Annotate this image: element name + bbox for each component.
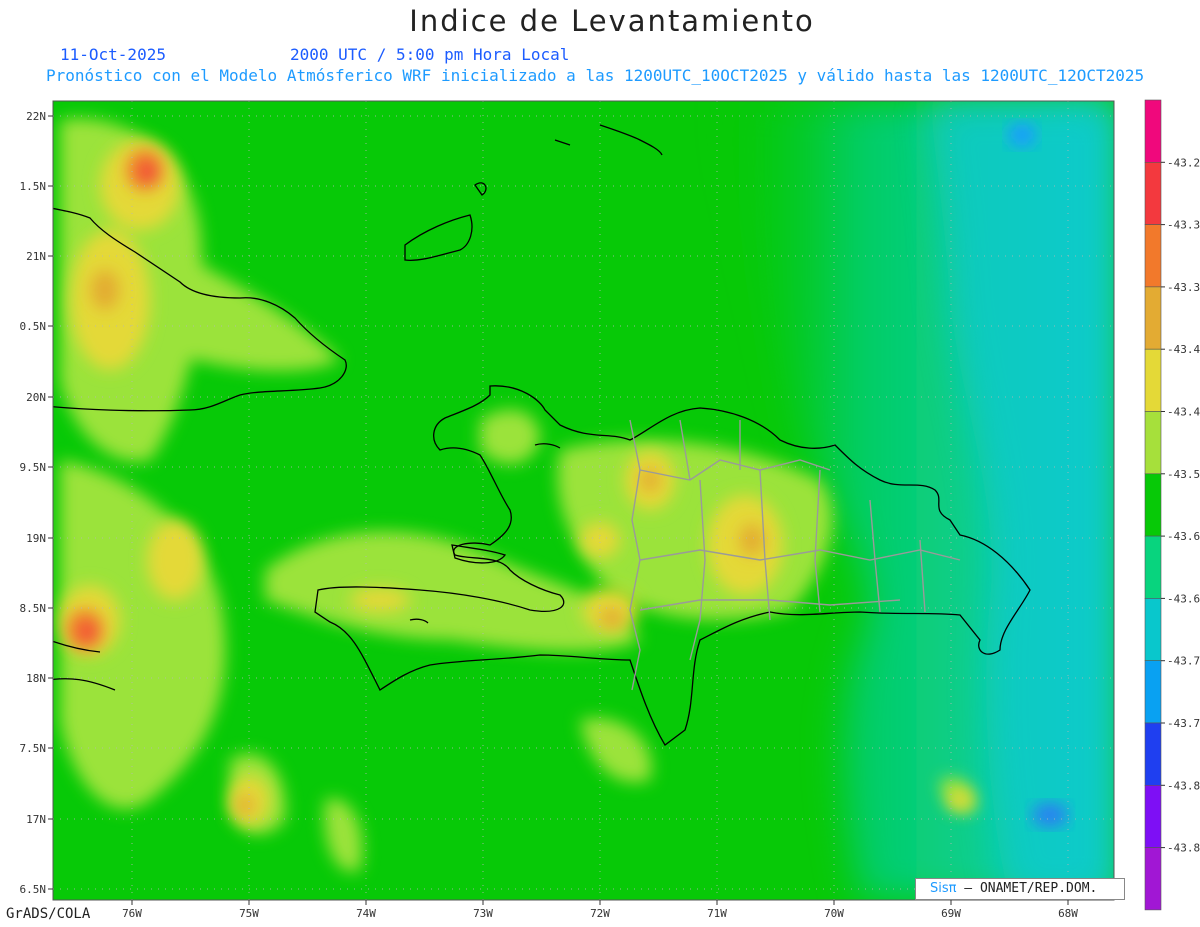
colorbar-swatch [1144,660,1162,724]
lat-label: 19N [26,532,46,545]
lat-label: 0.5N [20,320,47,333]
colorbar-swatch [1144,286,1162,350]
time-label: 2000 UTC / 5:00 pm Hora Local [290,45,570,64]
lat-label: 9.5N [20,461,47,474]
lat-label: 18N [26,672,46,685]
blue-cell [1032,803,1068,827]
lon-label: 74W [356,907,376,920]
forecast-description: Pronóstico con el Modelo Atmósferico WRF… [46,66,1145,85]
colorbar: -43.2 -43.3 -43.3 -43.4 -43.4 -43.5 -43.6 -43.6… [1144,99,1200,911]
software-credit: GrADS/COLA [6,906,91,922]
lon-label: 72W [590,907,610,920]
lat-label: 22N [26,110,46,123]
colorbar-label: -43.3 [1167,281,1200,294]
colorbar-swatch [1144,784,1162,848]
colorbar-label: -43.2 [1167,156,1200,169]
colorbar-swatch [1144,722,1162,786]
lon-label: 76W [122,907,142,920]
colorbar-swatch [1144,847,1162,911]
lon-label: 75W [239,907,259,920]
lon-label: 70W [824,907,844,920]
colorbar-label: -43.8 [1167,842,1200,855]
colorbar-label: -43.4 [1167,406,1200,419]
colorbar-swatch [1144,224,1162,288]
lat-label: 6.5N [20,883,47,896]
colorbar-label: -43.8 [1167,779,1200,792]
lat-label: 8.5N [20,602,47,615]
colorbar-label: -43.3 [1167,219,1200,232]
credit-box: Sisπ – ONAMET/REP.DOM. [915,878,1125,900]
colorbar-label: -43.7 [1167,655,1200,668]
colorbar-swatch [1144,473,1162,537]
colorbar-swatch [1144,99,1162,163]
colorbar-swatch [1144,411,1162,475]
lat-label: 21N [26,250,46,263]
colorbar-label: -43.4 [1167,343,1200,356]
lat-label: 20N [26,391,46,404]
lon-label: 69W [941,907,961,920]
colorbar-swatch [1144,348,1162,412]
colorbar-swatch [1144,162,1162,225]
lon-label: 71W [707,907,727,920]
lat-label: 7.5N [20,742,47,755]
colorbar-swatch [1144,598,1162,662]
colorbar-label: -43.5 [1167,468,1200,481]
field-layer [53,101,1114,900]
sispi-logo: Sisπ [930,881,957,896]
colorbar-label: -43.6 [1167,530,1200,543]
map-canvas: 22N 1.5N 21N 0.5N 20N 9.5N 19N 8.5N 18N … [20,99,1200,920]
colorbar-swatch [1144,535,1162,599]
credit-text: – ONAMET/REP.DOM. [956,881,1098,896]
lat-label: 17N [26,813,46,826]
colorbar-label: -43.7 [1167,717,1200,730]
page-title: Indice de Levantamiento [409,4,815,38]
date-label: 11-Oct-2025 [60,45,166,64]
lon-label: 68W [1058,907,1078,920]
lat-labels: 22N 1.5N 21N 0.5N 20N 9.5N 19N 8.5N 18N … [20,110,47,896]
colorbar-label: -43.6 [1167,592,1200,605]
lat-label: 1.5N [20,180,47,193]
lon-labels: 76W 75W 74W 73W 72W 71W 70W 69W 68W [122,907,1078,920]
blue-cell-north [1008,123,1036,147]
lon-label: 73W [473,907,493,920]
